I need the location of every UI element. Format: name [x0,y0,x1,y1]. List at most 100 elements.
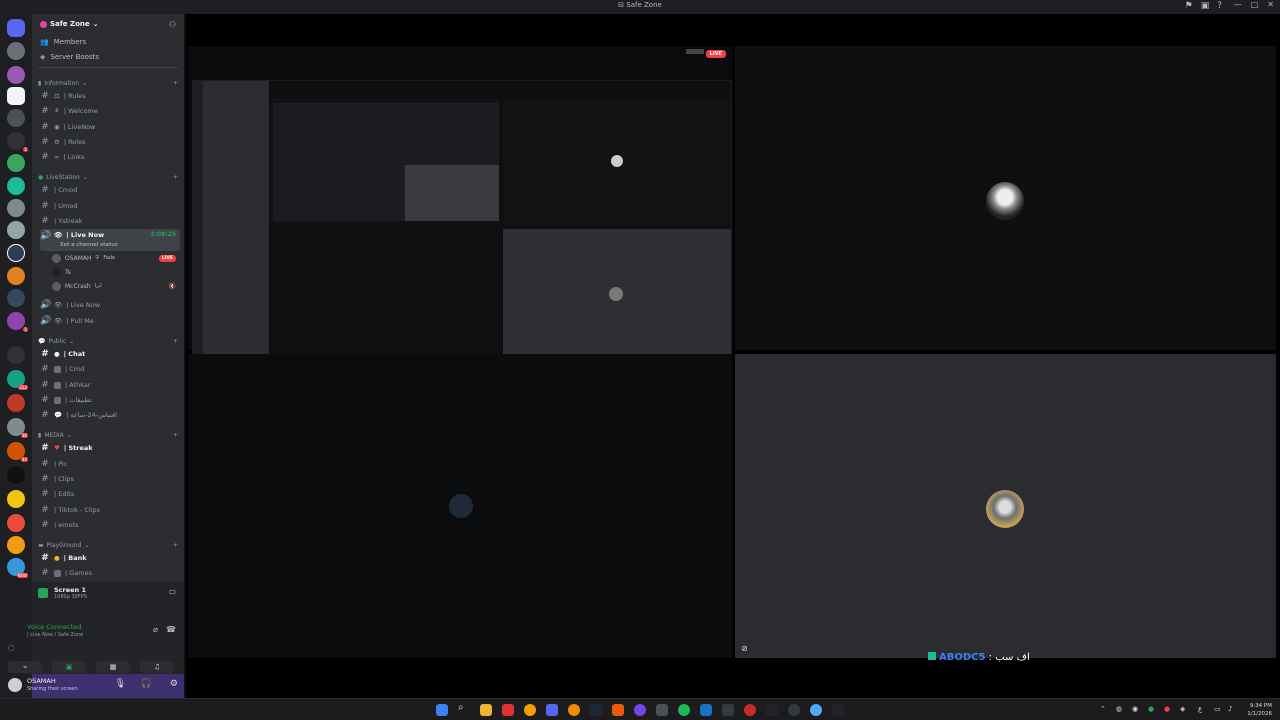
windows-start-icon[interactable] [436,704,448,716]
search-icon[interactable]: ⌕ [458,702,470,714]
voice-location[interactable]: | Live Now / Safe Zone [27,632,83,638]
steam-icon[interactable] [590,704,602,716]
channel-arabic-1[interactable]: # | تطبيقات [40,393,180,407]
invite-icon[interactable]: ⚇ [169,20,176,29]
app-icon[interactable] [722,704,734,716]
voice-channel-pull-me[interactable]: 🔊 👁 | Pull Me [40,314,180,328]
channel-cmd[interactable]: # | Cmd [40,362,180,376]
category-playground[interactable]: ▬ PlayGround ⌄ + [38,542,178,549]
camera-button[interactable]: ⌁ [8,661,42,673]
channel-links[interactable]: # ∞ | Links [40,150,180,164]
channel-welcome[interactable]: # ⚘ | Welcome [40,104,180,118]
inbox-icon[interactable]: ⚑ [1185,1,1193,11]
discord-icon[interactable] [546,704,558,716]
network-icon[interactable]: ▭ [1214,705,1221,713]
voice-status[interactable]: Voice Connected [27,623,81,631]
channel-bank[interactable]: # ● | Bank [40,551,180,565]
server-icon[interactable] [7,154,25,172]
chrome-icon[interactable] [524,704,536,716]
noise-suppression-icon[interactable]: ⌀ [153,625,158,634]
soundboard-button[interactable]: ♫ [140,661,174,673]
stream-tile-screen[interactable]: LIVE [188,46,732,368]
server-icon[interactable] [7,244,25,262]
app-icon[interactable] [832,704,844,716]
channel-games[interactable]: # | Games [40,566,180,580]
voice-user[interactable]: Ts [52,266,180,278]
popout-icon[interactable]: ▭ [168,587,176,596]
add-channel-icon[interactable]: + [173,542,178,549]
volume-icon[interactable]: ♪ [1228,705,1232,713]
channel-pic[interactable]: # | Pic [40,457,180,471]
app-icon[interactable] [788,704,800,716]
spotify-icon[interactable] [678,704,690,716]
app-icon[interactable] [766,704,778,716]
screen-icon[interactable]: ▣ [1201,1,1210,11]
stream-tile-user[interactable]: ⊘ [735,354,1276,658]
channel-chat[interactable]: # ● | Chat [40,347,180,361]
server-icon[interactable] [7,177,25,195]
disconnect-icon[interactable]: ☎ [166,625,176,634]
server-icon[interactable] [7,289,25,307]
channel-umod[interactable]: # | Umod [40,199,180,213]
tray-icon[interactable]: ◍ [1116,705,1122,713]
category-information[interactable]: ▮ Information ⌄ + [38,80,178,87]
category-livestation[interactable]: ● LiveStation ⌄ + [38,174,178,181]
stream-tile-user[interactable] [188,354,732,658]
help-icon[interactable]: ? [1217,1,1222,11]
add-channel-icon[interactable]: + [173,338,178,345]
app-icon[interactable] [502,704,514,716]
tray-icon[interactable]: ● [1148,705,1154,713]
app-icon[interactable] [612,704,624,716]
channel-arabic-2[interactable]: # 💬 | اقتباس-24-ساعه [40,408,180,422]
server-icon[interactable] [7,221,25,239]
share-screen-button[interactable]: ▣ [52,661,86,673]
server-icon[interactable] [7,87,25,105]
app-icon[interactable] [656,704,668,716]
app-icon[interactable] [700,704,712,716]
tray-icon[interactable]: ◈ [1180,705,1185,713]
file-explorer-icon[interactable] [480,704,492,716]
app-icon[interactable] [568,704,580,716]
minimize-icon[interactable]: — [1234,0,1242,9]
channel-cmod[interactable]: # | Cmod [40,183,180,197]
server-icon[interactable] [7,267,25,285]
maximize-icon[interactable]: □ [1251,0,1259,9]
channel-streak[interactable]: # ♥ | Streak [40,441,180,455]
members-link[interactable]: 👥 Members [40,38,86,46]
channel-athkar[interactable]: # | Athkar [40,378,180,392]
channel-livenow[interactable]: # ◉ | LiveNow [40,120,180,134]
settings-gear-icon[interactable]: ⚙ [170,679,178,689]
server-icon[interactable]: 1 [7,132,28,152]
server-boosts-link[interactable]: ◈ Server Boosts [40,53,99,61]
server-icon[interactable] [7,514,25,532]
category-public[interactable]: 💬 Public ⌄ + [38,338,178,345]
server-header[interactable]: Safe Zone ⌄ [40,20,99,28]
add-channel-icon[interactable]: + [173,80,178,87]
headphones-icon[interactable]: 🎧 [141,679,152,689]
server-icon[interactable]: 3K [7,418,28,438]
voice-user[interactable]: OSAMAH ⛨ Fade LIVE [52,252,180,264]
channel-roles[interactable]: # ⚙ | Roles [40,135,180,149]
voice-channel-live-now-2[interactable]: 🔊 👁 | Live Now [40,298,180,312]
server-icon[interactable] [7,346,25,364]
chevron-up-icon[interactable]: ⌃ [1100,705,1106,713]
server-icon[interactable] [7,66,25,84]
channel-ystreak[interactable]: # | Ystreak [40,214,180,228]
tray-icon[interactable]: ● [1164,705,1170,713]
tray-icon[interactable]: ◉ [1132,705,1138,713]
channel-status[interactable]: Set a channel status [60,242,118,248]
server-icon[interactable]: 232 [7,370,28,390]
channel-tiktok[interactable]: # | Tiktok - Clips [40,503,180,517]
channel-clips[interactable]: # | Clips [40,472,180,486]
server-icon[interactable]: 44 [7,442,28,462]
home-icon[interactable] [7,19,25,37]
server-icon[interactable] [7,199,25,217]
activity-icon[interactable]: ◌ [8,643,15,652]
voice-channel-live-now[interactable]: 🔊 👁 | Live Now 2:08:25 Set a channel sta… [40,229,180,251]
server-icon[interactable] [7,109,25,127]
server-icon[interactable] [7,394,25,412]
server-icon[interactable] [7,42,25,60]
language-indicator[interactable]: ع [1198,705,1202,713]
app-icon[interactable] [744,704,756,716]
clock[interactable]: 9:34 PM 1/1/2026 [1247,702,1272,718]
